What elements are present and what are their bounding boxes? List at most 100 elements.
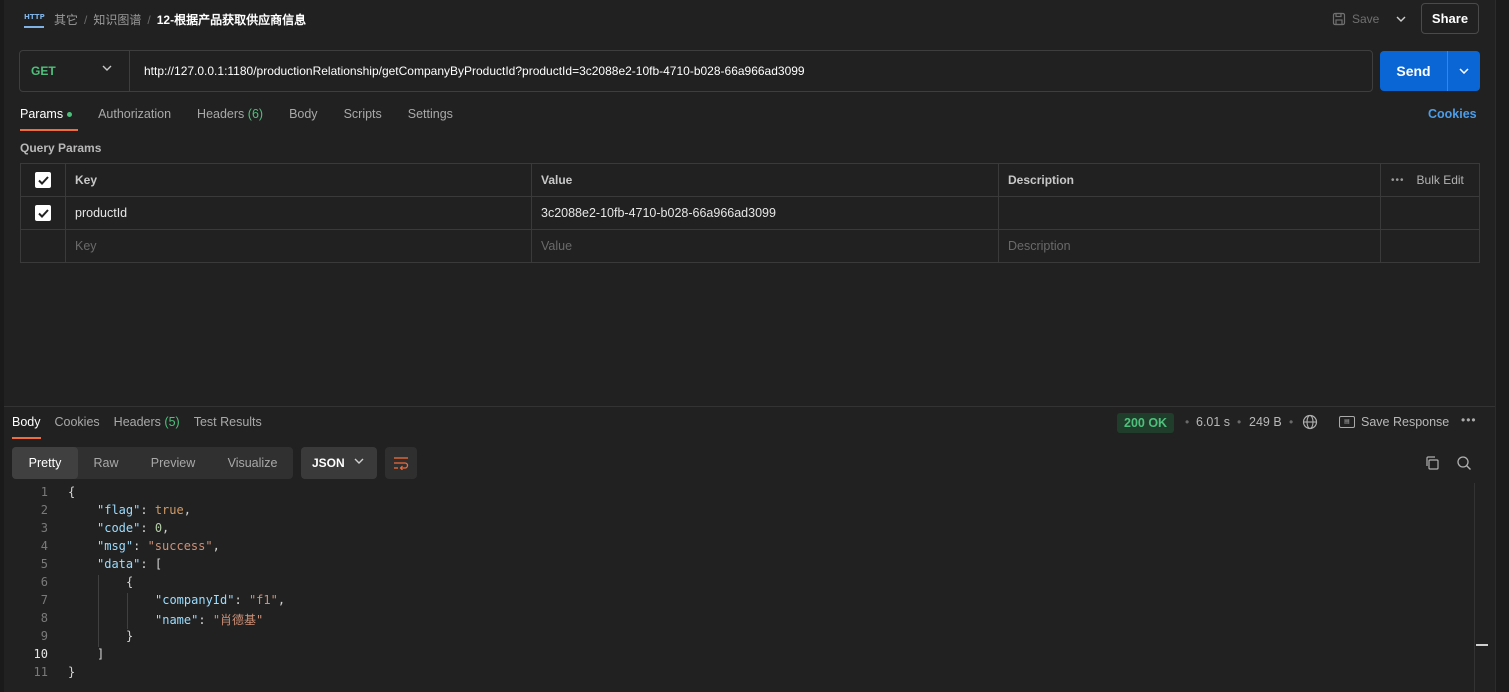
more-options-icon[interactable]: ••• [1461,413,1477,427]
tab-params[interactable]: Params [20,104,79,131]
meta-separator: • [1289,415,1294,429]
scrollbar-marker [1476,644,1488,646]
url-input[interactable]: http://127.0.0.1:1180/productionRelation… [144,64,805,78]
view-visualize[interactable]: Visualize [212,447,293,479]
globe-icon[interactable] [1302,414,1318,430]
breadcrumb-item[interactable]: 其它 [54,13,78,27]
line-number: 3 [40,521,48,535]
breadcrumb-separator: / [147,13,151,27]
save-button[interactable]: Save [1332,10,1379,28]
headers-count: (6) [247,107,264,121]
code-line: { [126,575,134,589]
table-header-row: Key Value Description ••• Bulk Edit [21,164,1479,197]
request-header: HTTP 其它 / 知识图谱 / 12-根据产品获取供应商信息 Save Share [4,0,1495,40]
method-select[interactable]: GET [20,51,130,91]
view-pretty[interactable]: Pretty [12,447,78,479]
search-icon[interactable] [1456,455,1472,471]
table-row-new: Key Value Description [21,230,1479,263]
wrap-lines-button[interactable] [385,447,417,479]
save-options-chevron-icon[interactable] [1394,10,1408,28]
active-dot-icon [67,112,73,118]
response-body-editor[interactable]: 1 2 3 4 5 6 7 8 9 10 11 { "flag": true, … [12,483,1474,692]
line-number: 5 [40,557,48,571]
save-icon [1332,12,1346,26]
http-icon: HTTP [24,10,45,28]
response-tab-body[interactable]: Body [12,414,41,439]
param-description-input[interactable] [999,197,1381,229]
row-spacer [1381,230,1479,262]
breadcrumb-separator: / [84,13,88,27]
row-spacer [1381,197,1479,229]
row-checkbox-cell [21,230,66,262]
indent-guide [98,575,99,647]
bulk-edit-label: Bulk Edit [1416,173,1464,187]
column-header-key: Key [66,164,532,196]
checkmark-icon [37,175,49,185]
line-number: 2 [40,503,48,517]
cookies-link[interactable]: Cookies [1428,107,1477,121]
breadcrumb: 其它 / 知识图谱 / 12-根据产品获取供应商信息 [54,11,306,28]
meta-separator: • [1237,415,1242,429]
new-description-input[interactable]: Description [999,230,1381,262]
new-key-input[interactable]: Key [66,230,532,262]
line-number: 4 [40,539,48,553]
code-line: "msg": "success", [97,539,220,553]
tab-settings[interactable]: Settings [408,104,453,131]
code-line: "companyId": "f1", [155,593,286,607]
response-headers-label: Headers [113,415,161,429]
line-number: 11 [33,665,48,679]
tab-authorization[interactable]: Authorization [98,104,171,131]
code-line: } [126,629,134,643]
response-tabs: Body Cookies Headers (5) Test Results [12,414,276,439]
select-all-checkbox[interactable] [35,172,51,188]
tab-scripts[interactable]: Scripts [344,104,382,131]
request-name[interactable]: 12-根据产品获取供应商信息 [157,13,306,27]
row-checkbox-cell [21,197,66,229]
response-size[interactable]: 249 B [1249,415,1282,429]
editor-scrollbar[interactable] [1474,483,1488,692]
code-line: "code": 0, [97,521,170,535]
line-number: 9 [40,629,48,643]
row-checkbox[interactable] [35,205,51,221]
method-label: GET [31,64,56,78]
tab-headers[interactable]: Headers (6) [197,104,263,131]
code-line: "data": [ [97,557,163,571]
response-divider[interactable] [4,406,1495,407]
breadcrumb-item[interactable]: 知识图谱 [93,13,141,27]
param-key-input[interactable]: productId [66,197,532,229]
param-value-input[interactable]: 3c2088e2-10fb-4710-b028-66a966ad3099 [532,197,999,229]
view-raw[interactable]: Raw [78,447,134,479]
bulk-edit-button[interactable]: ••• Bulk Edit [1381,164,1479,196]
share-button[interactable]: Share [1421,3,1479,34]
chevron-down-icon [354,458,364,464]
line-number: 8 [40,611,48,625]
save-response-button[interactable]: Save Response [1361,415,1449,429]
send-button-group: Send [1380,51,1480,91]
new-value-input[interactable]: Value [532,230,999,262]
code-line: "name": "肖德基" [155,613,264,627]
code-line: { [68,485,76,499]
save-label: Save [1352,12,1380,26]
left-panel-edge [0,0,4,692]
table-row: productId 3c2088e2-10fb-4710-b028-66a966… [21,197,1479,230]
tab-body[interactable]: Body [289,104,318,131]
query-params-title: Query Params [20,141,102,155]
send-button[interactable]: Send [1380,51,1447,91]
status-badge[interactable]: 200 OK [1117,413,1175,433]
code-line: } [68,665,76,679]
line-number: 10 [33,647,48,661]
send-options-chevron-icon[interactable] [1448,51,1480,91]
request-tabs: Params Authorization Headers (6) Body Sc… [20,104,479,131]
response-tab-cookies[interactable]: Cookies [55,414,100,439]
chevron-down-icon [102,65,112,71]
view-preview[interactable]: Preview [134,447,212,479]
response-tab-headers[interactable]: Headers (5) [114,414,180,439]
copy-icon[interactable] [1424,455,1440,471]
code-line: "flag": true, [97,503,191,517]
response-tab-test-results[interactable]: Test Results [194,414,262,439]
response-time[interactable]: 6.01 s [1196,415,1230,429]
response-view-selector: Pretty Raw Preview Visualize [12,447,293,479]
response-headers-count: (5) [164,415,180,429]
query-params-table: Key Value Description ••• Bulk Edit produ… [20,163,1480,263]
format-select[interactable]: JSON [301,447,377,479]
